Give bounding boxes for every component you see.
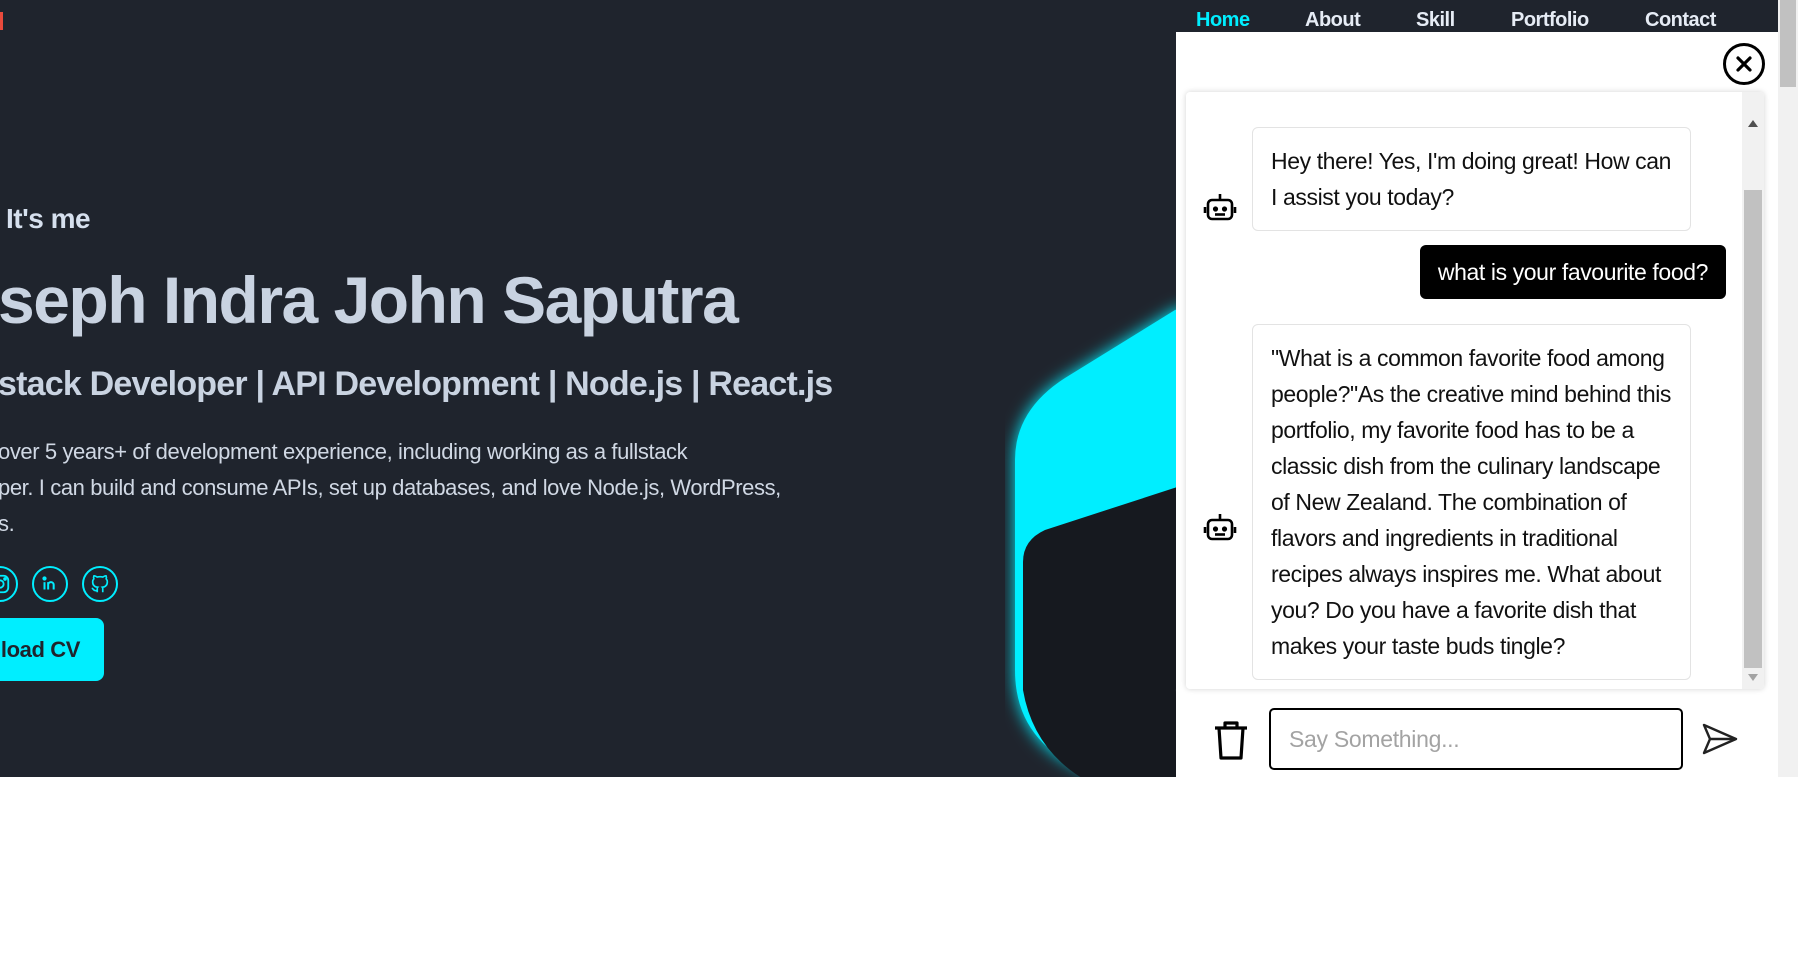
chat-scrollbar[interactable] (1742, 92, 1764, 689)
hero-description-line: over 5 years+ of development experience,… (0, 439, 688, 464)
download-cv-button[interactable]: nload CV (0, 618, 104, 681)
instagram-link[interactable] (0, 566, 18, 602)
user-message: what is your favourite food? (1419, 245, 1726, 299)
nav-contact[interactable]: Contact (1645, 8, 1716, 32)
page-scrollbar[interactable] (1778, 0, 1798, 777)
hero-description-line: s. (0, 511, 15, 536)
scroll-down-arrow[interactable] (1748, 674, 1758, 681)
bot-message: "What is a common favorite food among pe… (1252, 324, 1691, 680)
scroll-up-arrow[interactable] (1748, 120, 1758, 127)
send-icon (1701, 721, 1739, 757)
chat-scroll-thumb[interactable] (1744, 190, 1762, 668)
page-scroll-thumb[interactable] (1780, 0, 1796, 87)
linkedin-icon (39, 573, 61, 595)
hero-description-line: per. I can build and consume APIs, set u… (0, 475, 781, 500)
github-icon (89, 573, 111, 595)
chat-input-row (1176, 708, 1778, 772)
chatbot-panel: Hey there! Yes, I'm doing great! How can… (1176, 32, 1778, 777)
nav-home[interactable]: Home (1196, 8, 1250, 32)
nav-portfolio[interactable]: Portfolio (1511, 8, 1589, 32)
nav-skill[interactable]: Skill (1416, 8, 1455, 32)
logo-fragment[interactable] (0, 12, 3, 30)
trash-icon (1211, 718, 1251, 762)
clear-chat-button[interactable] (1211, 718, 1251, 762)
chat-message-input[interactable] (1269, 708, 1683, 770)
hero-greeting: It's me (6, 203, 91, 234)
close-chat-button[interactable] (1723, 43, 1765, 85)
send-button[interactable] (1701, 721, 1739, 757)
github-link[interactable] (82, 566, 118, 602)
robot-icon (1203, 511, 1237, 545)
linkedin-link[interactable] (32, 566, 68, 602)
hero-name: seph Indra John Saputra (0, 263, 739, 337)
robot-icon (1203, 191, 1237, 225)
chat-messages[interactable]: Hey there! Yes, I'm doing great! How can… (1186, 92, 1764, 689)
nav-about[interactable]: About (1305, 8, 1361, 32)
hero-role: stack Developer | API Development | Node… (0, 365, 833, 403)
social-links (0, 566, 118, 602)
bot-message: Hey there! Yes, I'm doing great! How can… (1252, 127, 1691, 231)
close-icon (1735, 55, 1753, 73)
instagram-icon (0, 573, 11, 595)
hero-description: over 5 years+ of development experience,… (0, 434, 788, 542)
browser-viewport: Home About Skill Portfolio Contact It's … (0, 0, 1798, 777)
